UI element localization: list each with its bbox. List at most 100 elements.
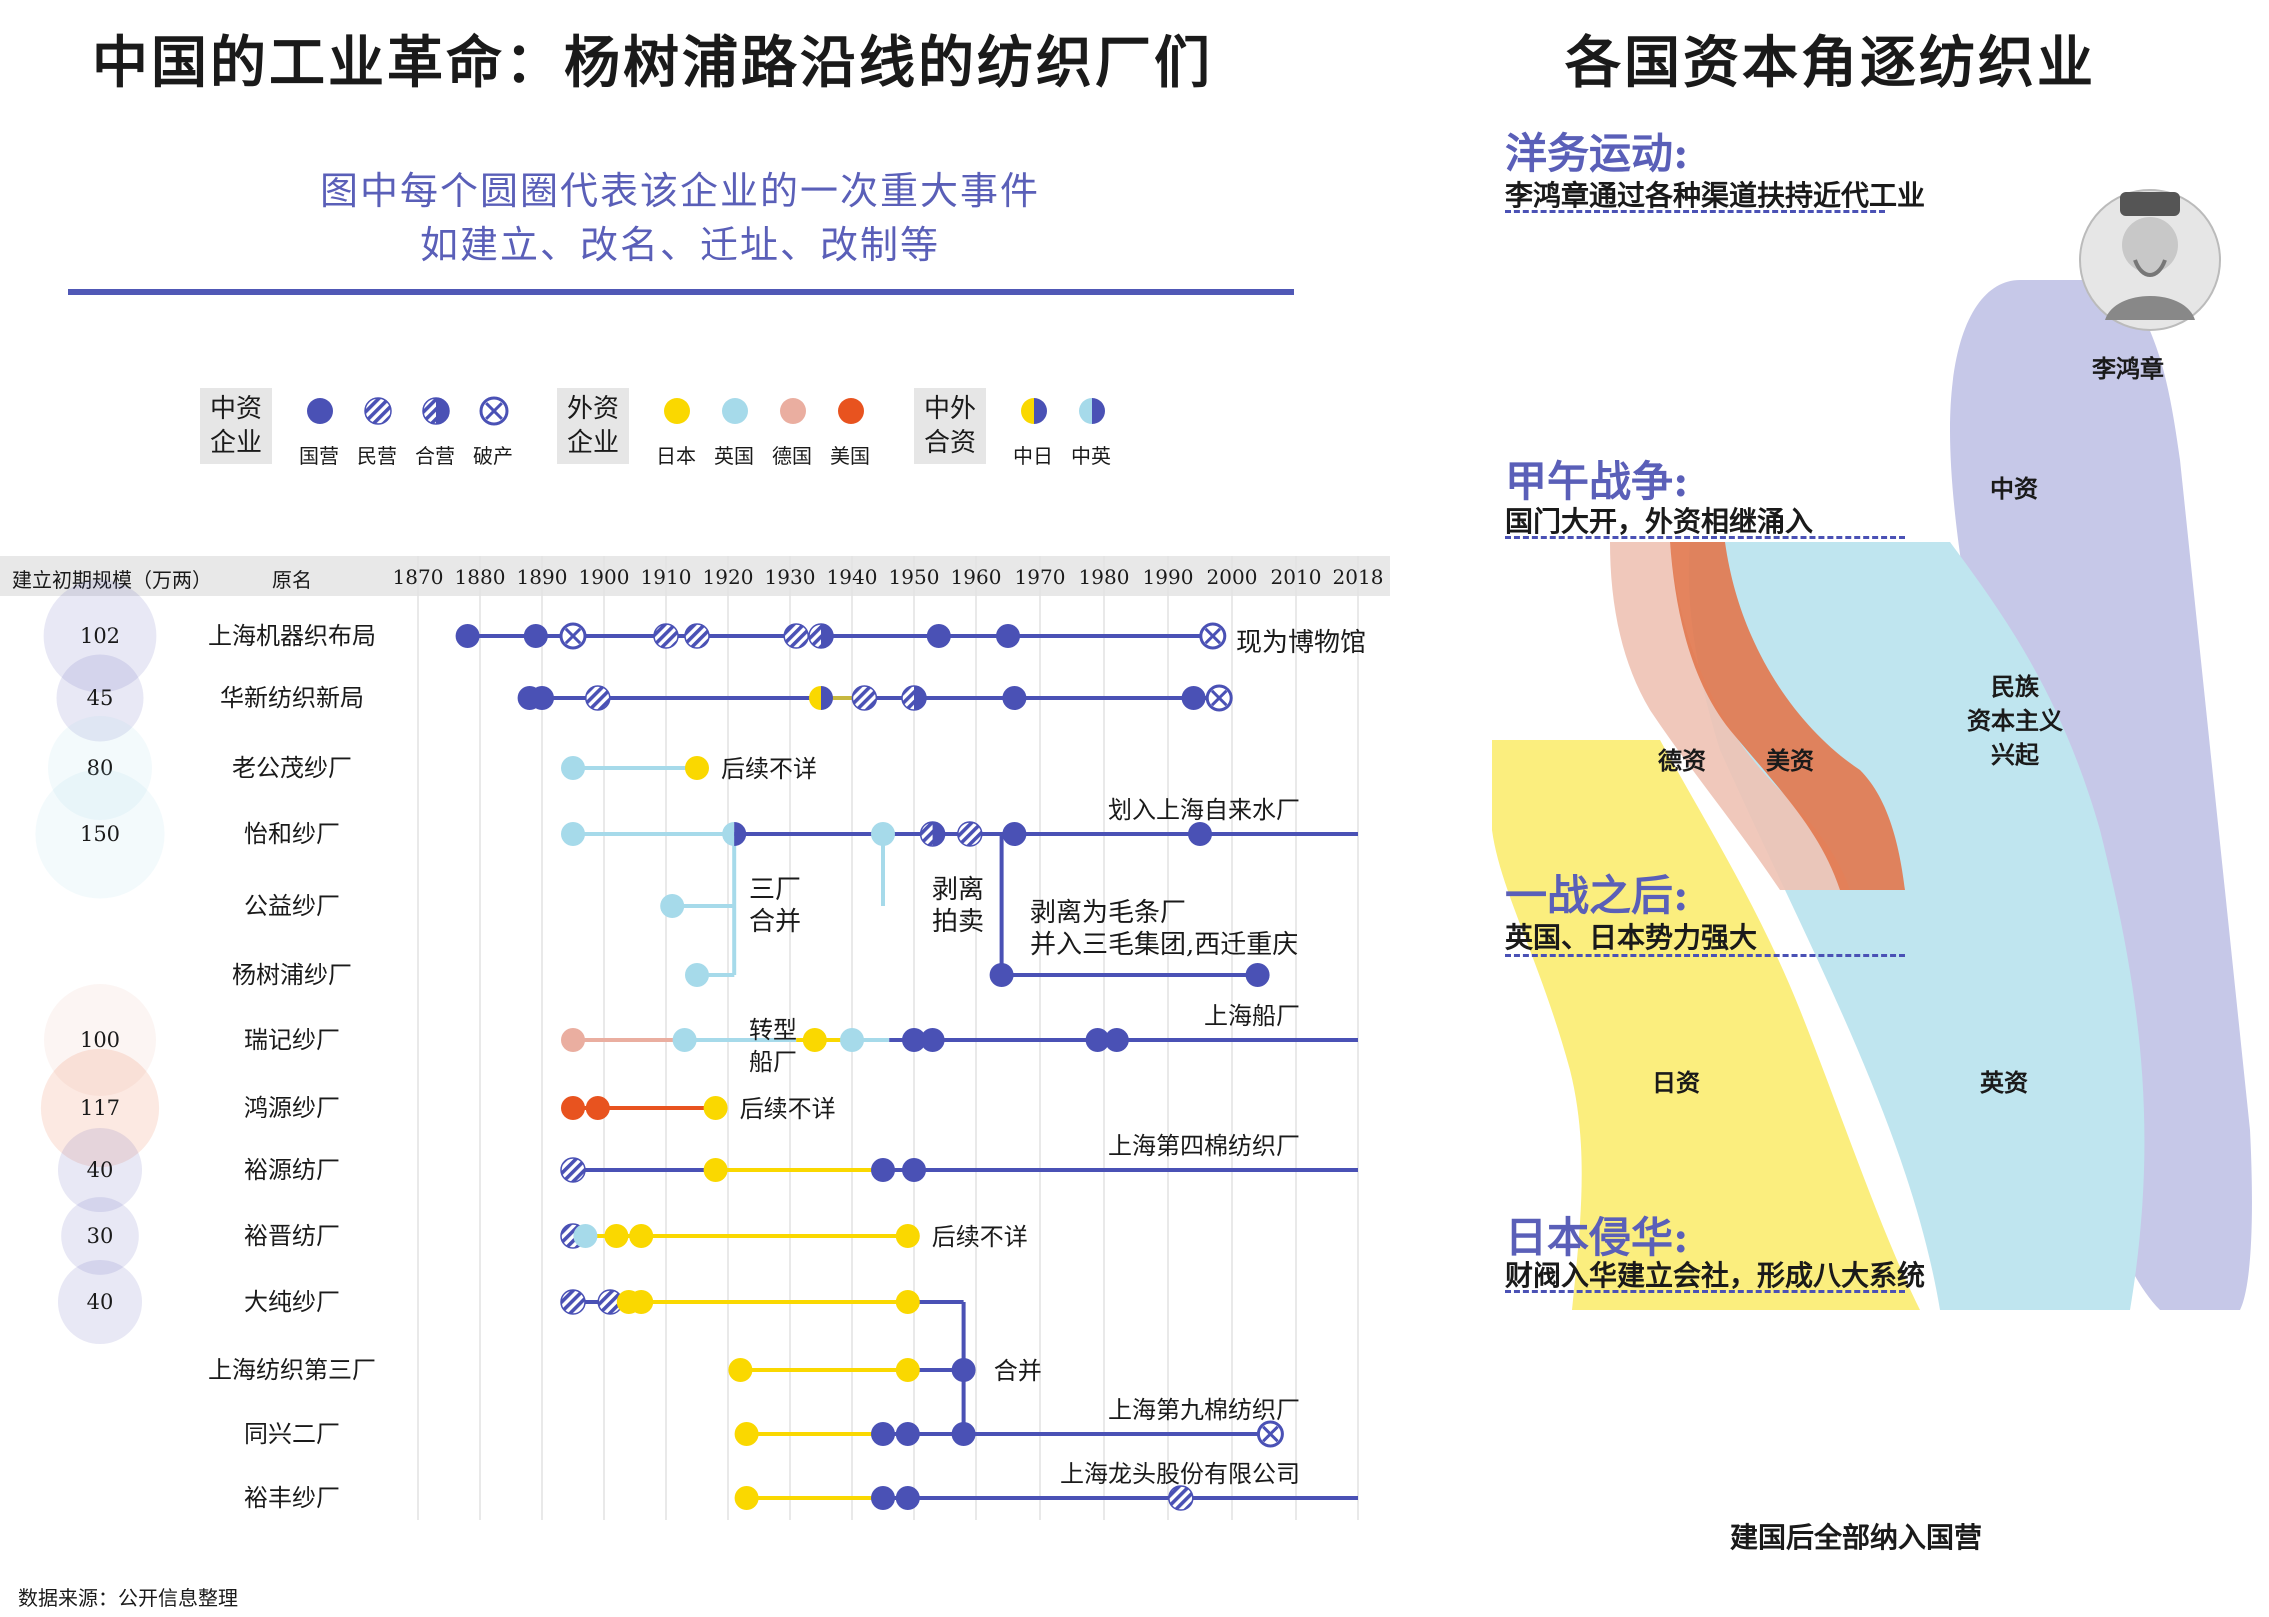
timeline-row: 45 华新纺织新局 <box>56 654 1233 742</box>
merge-note-line-2: 合并 <box>749 907 802 937</box>
row-top-note: 上海龙头股份有限公司 <box>1060 1460 1300 1488</box>
scale-value: 40 <box>87 1290 114 1314</box>
timeline-row: 40 裕源纺厂 上海第四棉纺织厂 <box>57 1127 1358 1213</box>
event-marker <box>660 894 685 918</box>
event-marker <box>901 685 927 711</box>
era-desc-1: 李鸿章通过各种渠道扶持近代工业 <box>1505 179 1926 212</box>
right-title: 各国资本角逐纺织业 <box>1565 30 2096 96</box>
x-tick-1960: 1960 <box>951 565 1002 589</box>
x-tick-1980: 1980 <box>1079 565 1130 589</box>
split-note-line-1: 剥离为毛条厂 <box>1030 898 1187 928</box>
factory-name: 公益纱厂 <box>244 892 340 920</box>
era-title-1: 洋务运动: <box>1505 129 1689 178</box>
x-tick-1880: 1880 <box>455 565 506 589</box>
event-marker <box>734 1486 759 1510</box>
row-note: 合并 <box>994 1357 1042 1385</box>
x-tick-1930: 1930 <box>765 565 816 589</box>
national-capital-label: 民族 资本主义 兴起 <box>1940 670 2090 772</box>
era-desc-3: 英国、日本势力强大 <box>1505 921 1758 954</box>
scale-value: 30 <box>87 1224 114 1248</box>
event-marker <box>1245 963 1270 987</box>
x-tick-1900: 1900 <box>579 565 630 589</box>
x-tick-2000: 2000 <box>1207 565 1258 589</box>
infographic: 中国的工业革命：杨树浦路沿线的纺织厂们 各国资本角逐纺织业 图中每个圆圈代表该企… <box>0 0 2269 1617</box>
x-tick-1990: 1990 <box>1143 565 1194 589</box>
china-capital-label: 中资 <box>1990 474 2038 503</box>
timeline-row: 102 上海机器织布局 <box>43 579 1227 693</box>
factory-name: 上海纺织第三厂 <box>208 1356 376 1384</box>
x-tick-1870: 1870 <box>393 565 444 589</box>
event-marker <box>926 624 951 648</box>
factory-name: 华新纺织新局 <box>220 684 364 712</box>
event-marker <box>840 1028 864 1052</box>
event-marker <box>957 821 983 847</box>
era-title-3: 一战之后: <box>1505 871 1689 920</box>
ship-note-line-1: 转型 <box>749 1016 797 1044</box>
event-marker <box>685 756 709 780</box>
factory-name: 老公茂纱厂 <box>232 754 352 782</box>
event-marker <box>802 1028 827 1052</box>
event-marker <box>530 686 554 710</box>
x-tick-2010: 2010 <box>1271 565 1322 589</box>
era-desc-2: 国门大开，外资相继涌入 <box>1505 505 1814 538</box>
event-marker <box>734 1422 759 1446</box>
portrait-caption: 李鸿章 <box>2092 354 2164 383</box>
event-marker <box>1256 1420 1284 1448</box>
scale-value: 150 <box>80 822 120 846</box>
event-marker <box>851 685 878 711</box>
event-marker <box>559 622 587 650</box>
japan-capital-label: 日资 <box>1652 1068 1700 1097</box>
ship-note-line-2: 船厂 <box>749 1048 797 1076</box>
factory-name: 瑞记纱厂 <box>244 1026 340 1054</box>
event-marker <box>1199 622 1227 650</box>
row-top-note: 上海第四棉纺织厂 <box>1108 1132 1300 1160</box>
split-note-line-2: 并入三毛集团,西迁重庆 <box>1030 930 1299 960</box>
row-note: 后续不详 <box>740 1095 836 1123</box>
event-marker <box>871 1422 895 1446</box>
event-marker <box>585 685 611 711</box>
event-marker <box>560 1289 586 1315</box>
merge-note: 三厂 合并 <box>749 874 801 938</box>
event-marker <box>573 1224 598 1248</box>
timeline-chart: 1870 1880 1890 1900 1910 1920 1930 1940 1950 1960… <box>35 556 1383 1520</box>
timeline-row: 公益纱厂 <box>244 892 735 920</box>
era-divider-3 <box>1505 954 1905 957</box>
event-marker <box>561 1028 585 1052</box>
era-desc-4: 财阀入华建立会社，形成八大系统 <box>1505 1259 1926 1292</box>
era-divider-4 <box>1505 1290 1905 1293</box>
factory-name: 上海机器织布局 <box>208 622 376 650</box>
event-marker <box>629 1290 654 1314</box>
national-capital-line-2: 资本主义 <box>1967 706 2063 735</box>
x-tick-1920: 1920 <box>703 565 754 589</box>
event-marker <box>561 756 585 780</box>
event-marker <box>783 623 809 649</box>
event-marker <box>871 822 895 846</box>
event-marker <box>1188 822 1212 846</box>
merge-note-line-1: 三厂 <box>749 875 802 905</box>
national-capital-line-1: 民族 <box>1991 672 2039 701</box>
timeline-row: 上海纺织第三厂 合并 <box>208 1356 1042 1385</box>
factory-name: 裕丰纱厂 <box>244 1484 340 1512</box>
timeline-row: 裕丰纱厂 上海龙头股份有限公司 <box>244 1460 1358 1512</box>
ship-note: 转型 船厂 <box>749 1014 797 1078</box>
event-marker <box>703 1096 728 1120</box>
event-marker <box>895 1290 920 1314</box>
event-marker <box>722 822 747 846</box>
event-marker <box>561 822 585 846</box>
auction-note-line-1: 剥离 <box>932 875 985 905</box>
timeline-row: 同兴二厂 上海第九棉纺织厂 <box>244 1396 1300 1448</box>
factory-name: 杨树浦纱厂 <box>232 961 352 989</box>
bottom-note: 建国后全部纳入国营 <box>1730 1521 1983 1554</box>
event-marker <box>951 1422 976 1446</box>
scale-value: 100 <box>80 1028 120 1052</box>
row-note: 后续不详 <box>721 755 817 783</box>
event-marker <box>728 1358 753 1382</box>
row-top-note: 上海第九棉纺织厂 <box>1108 1396 1300 1424</box>
event-marker <box>920 1028 945 1052</box>
event-marker <box>895 1486 920 1510</box>
germany-capital-label: 德资 <box>1658 746 1706 775</box>
national-capital-line-3: 兴起 <box>1991 740 2039 769</box>
event-marker <box>585 1096 610 1120</box>
scale-value: 117 <box>80 1096 120 1120</box>
event-marker <box>684 623 710 649</box>
